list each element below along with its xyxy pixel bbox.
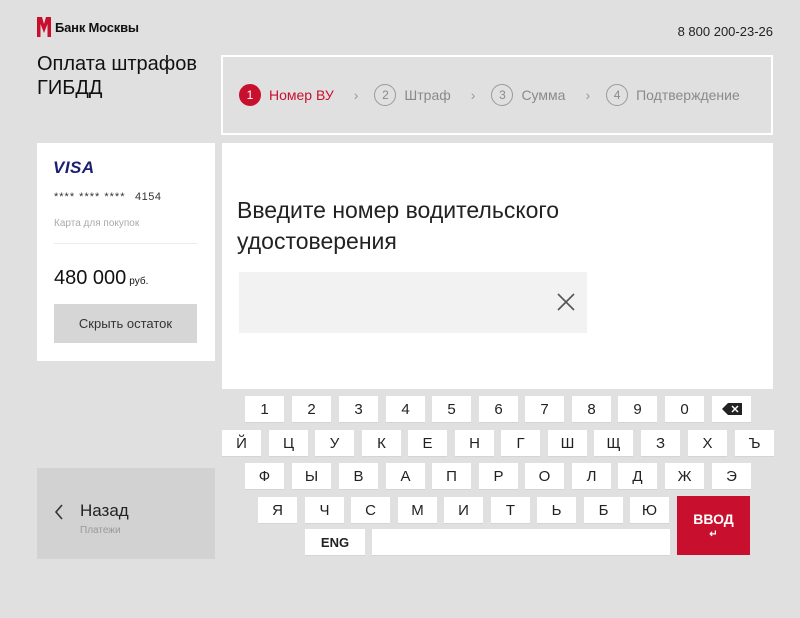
back-subtitle: Платежи (80, 525, 121, 536)
enter-label: ВВОД (693, 511, 734, 527)
key-8[interactable]: 8 (572, 396, 611, 422)
key-6[interactable]: 6 (479, 396, 518, 422)
key-0[interactable]: 0 (665, 396, 704, 422)
phone-number: 8 800 200-23-26 (677, 24, 773, 39)
progress-stepper: 1 Номер ВУ › 2 Штраф › 3 Сумма › 4 Подтв… (221, 55, 773, 135)
bank-logo-icon (37, 17, 51, 37)
step-number: 1 (239, 84, 261, 106)
card-last4: 4154 (135, 191, 162, 203)
key-letter[interactable]: Л (572, 463, 611, 489)
card-balance: 480 000 руб. (54, 267, 148, 290)
key-letter[interactable]: П (432, 463, 471, 489)
key-letter[interactable]: Ж (665, 463, 704, 489)
key-letter[interactable]: Т (491, 497, 530, 523)
card-number-mask: **** **** **** (54, 191, 126, 203)
close-icon[interactable] (557, 293, 575, 316)
key-letter[interactable]: Ф (245, 463, 284, 489)
hide-balance-button[interactable]: Скрыть остаток (54, 304, 197, 343)
step-number: 3 (491, 84, 514, 106)
space-key[interactable] (372, 529, 670, 555)
step-number: 2 (374, 84, 397, 106)
back-label: Назад (80, 501, 129, 520)
key-letter[interactable]: З (641, 430, 680, 456)
card-panel: VISA **** **** **** 4154 Карта для покуп… (37, 143, 215, 361)
key-3[interactable]: 3 (339, 396, 378, 422)
key-letter[interactable]: И (444, 497, 483, 523)
step-label: Штраф (404, 87, 451, 103)
backspace-icon (721, 403, 742, 415)
key-7[interactable]: 7 (525, 396, 564, 422)
key-letter[interactable]: О (525, 463, 564, 489)
step-4: 4 Подтверждение (606, 84, 740, 106)
step-label: Сумма (521, 87, 566, 103)
language-switch-button[interactable]: ENG (305, 529, 365, 555)
key-letter[interactable]: В (339, 463, 378, 489)
key-letter[interactable]: Ю (630, 497, 669, 523)
chevron-right-icon: › (470, 87, 476, 103)
key-letter[interactable]: Э (712, 463, 751, 489)
key-letter[interactable]: Ч (305, 497, 344, 523)
key-letter[interactable]: Е (408, 430, 447, 456)
key-letter[interactable]: У (315, 430, 354, 456)
key-2[interactable]: 2 (292, 396, 331, 422)
key-letter[interactable]: Ш (548, 430, 587, 456)
key-letter[interactable]: Р (479, 463, 518, 489)
chevron-right-icon: › (585, 87, 591, 103)
backspace-key[interactable] (712, 396, 751, 422)
enter-button[interactable]: ВВОД ↵ (677, 496, 750, 555)
page-title: Оплата штрафов ГИБДД (37, 53, 198, 99)
main-panel: Введите номер водительского удостоверени… (222, 143, 773, 389)
card-subtitle: Карта для покупок (54, 218, 140, 229)
key-1[interactable]: 1 (245, 396, 284, 422)
chevron-right-icon: › (353, 87, 359, 103)
key-letter[interactable]: Ь (537, 497, 576, 523)
input-prompt: Введите номер водительского удостоверени… (237, 197, 560, 254)
card-number: **** **** **** 4154 (54, 191, 162, 203)
key-letter[interactable]: Г (501, 430, 540, 456)
key-letter[interactable]: М (398, 497, 437, 523)
key-letter[interactable]: Х (688, 430, 727, 456)
key-letter[interactable]: Ы (292, 463, 331, 489)
back-button[interactable]: Назад Платежи (37, 468, 215, 559)
key-letter[interactable]: Щ (594, 430, 633, 456)
step-2: 2 Штраф (374, 84, 451, 106)
key-letter[interactable]: Я (258, 497, 297, 523)
step-number: 4 (606, 84, 629, 106)
balance-amount: 480 000 (54, 267, 127, 289)
key-letter[interactable]: Ц (269, 430, 308, 456)
key-letter[interactable]: А (386, 463, 425, 489)
key-letter[interactable]: К (362, 430, 401, 456)
key-4[interactable]: 4 (386, 396, 425, 422)
step-3: 3 Сумма (491, 84, 565, 106)
step-label: Подтверждение (636, 87, 740, 103)
visa-logo-icon: VISA (53, 158, 95, 177)
key-9[interactable]: 9 (618, 396, 657, 422)
key-5[interactable]: 5 (432, 396, 471, 422)
divider (54, 243, 197, 244)
step-label: Номер ВУ (269, 87, 334, 103)
key-letter[interactable]: Н (455, 430, 494, 456)
key-letter[interactable]: Д (618, 463, 657, 489)
balance-currency: руб. (129, 276, 149, 287)
license-number-input[interactable] (239, 272, 587, 333)
key-letter[interactable]: С (351, 497, 390, 523)
bank-name: Банк Москвы (55, 19, 139, 35)
return-icon: ↵ (709, 529, 718, 540)
bank-logo: Банк Москвы (37, 16, 139, 38)
chevron-left-icon (54, 504, 64, 525)
step-1: 1 Номер ВУ (239, 84, 334, 106)
key-letter[interactable]: Ъ (735, 430, 774, 456)
key-letter[interactable]: Й (222, 430, 261, 456)
key-letter[interactable]: Б (584, 497, 623, 523)
